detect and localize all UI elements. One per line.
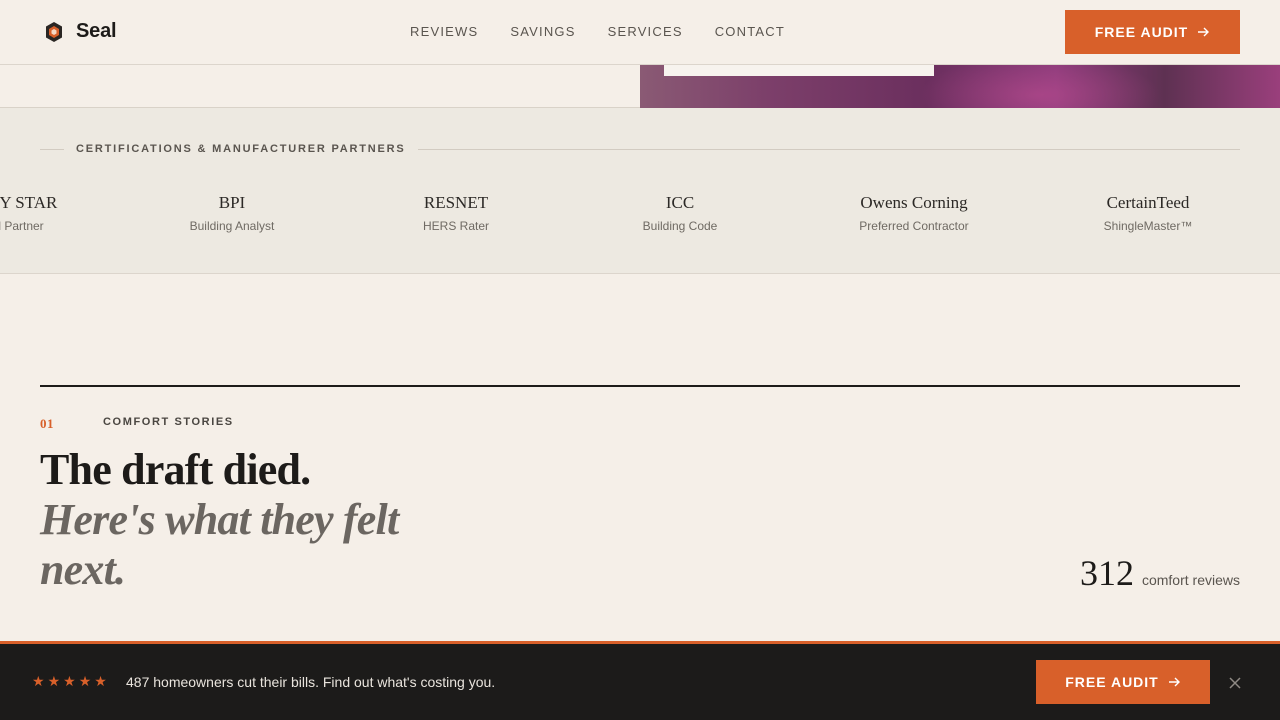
star-icon: ★ xyxy=(78,674,92,690)
free-audit-label: FREE AUDIT xyxy=(1094,24,1189,40)
headline-line-1: The draft died. xyxy=(40,445,311,494)
hero-card xyxy=(664,65,934,76)
bar-free-audit-label: FREE AUDIT xyxy=(1065,674,1159,690)
nav-savings[interactable]: SAVINGS xyxy=(510,24,575,39)
partner-owens-corning: Owens Corning Preferred Contractor xyxy=(819,193,1009,233)
free-audit-button[interactable]: FREE AUDIT xyxy=(1065,10,1240,54)
section-divider xyxy=(40,385,1240,387)
partner-name: ICC xyxy=(665,193,695,212)
bar-message: 487 homeowners cut their bills. Find out… xyxy=(126,674,496,690)
partner-energy-star: ENERGY STAR Certified Partner xyxy=(0,193,95,233)
partner-subtitle: Certified Partner xyxy=(0,219,44,233)
review-count: 312 comfort reviews xyxy=(1080,552,1240,594)
partners-heading: CERTIFICATIONS & MANUFACTURER PARTNERS xyxy=(40,143,1240,155)
sticky-cta-bar: ★ ★ ★ ★ ★ 487 homeowners cut their bills… xyxy=(0,641,1280,720)
partner-name: RESNET xyxy=(423,193,489,212)
close-bar-button[interactable] xyxy=(1226,674,1244,692)
site-header: Seal REVIEWS SAVINGS SERVICES CONTACT FR… xyxy=(0,0,1280,65)
star-icon: ★ xyxy=(94,674,107,690)
headline-line-2: Here's what they felt next. xyxy=(40,495,399,594)
partner-subtitle: HERS Rater xyxy=(422,219,490,233)
arrow-right-icon xyxy=(1168,677,1180,687)
partner-name: CertainTeed xyxy=(1106,193,1190,212)
partners-band: CERTIFICATIONS & MANUFACTURER PARTNERS E… xyxy=(0,108,1280,274)
nav-reviews[interactable]: REVIEWS xyxy=(410,24,478,39)
partner-subtitle: ShingleMaster™ xyxy=(1103,219,1193,233)
star-icon: ★ xyxy=(47,674,61,690)
section-headline: The draft died. Here's what they felt ne… xyxy=(40,445,460,595)
rating-stars: ★ ★ ★ ★ ★ xyxy=(32,675,107,689)
partner-subtitle: Building Analyst xyxy=(189,219,275,233)
logo-text: Seal xyxy=(76,20,117,42)
review-count-number: 312 xyxy=(1079,553,1134,593)
partner-resnet: RESNET HERS Rater xyxy=(361,193,551,233)
section-label: COMFORT STORIES xyxy=(103,416,234,428)
bar-free-audit-button[interactable]: FREE AUDIT xyxy=(1036,660,1210,704)
partner-icc: ICC Building Code xyxy=(585,193,775,233)
arrow-right-icon xyxy=(1198,27,1210,37)
partner-subtitle: Building Code xyxy=(642,219,718,233)
partners-title: CERTIFICATIONS & MANUFACTURER PARTNERS xyxy=(76,143,406,155)
partner-subtitle: Preferred Contractor xyxy=(859,219,969,233)
divider xyxy=(40,148,64,150)
main-nav: REVIEWS SAVINGS SERVICES CONTACT xyxy=(410,24,785,39)
star-icon: ★ xyxy=(32,674,45,690)
nav-services[interactable]: SERVICES xyxy=(608,24,683,39)
divider xyxy=(417,148,1240,150)
partner-bpi: BPI Building Analyst xyxy=(137,193,327,233)
partner-certainteed: CertainTeed ShingleMaster™ xyxy=(1053,193,1243,233)
hexagon-shield-icon xyxy=(46,21,62,42)
star-icon: ★ xyxy=(63,674,76,690)
nav-contact[interactable]: CONTACT xyxy=(715,24,785,39)
partner-name: BPI xyxy=(218,193,246,212)
partner-name: Owens Corning xyxy=(860,193,968,212)
partner-name: ENERGY STAR xyxy=(0,193,58,212)
logo[interactable]: Seal xyxy=(44,20,117,43)
review-count-label: comfort reviews xyxy=(1141,572,1240,588)
hero-section xyxy=(0,65,1280,108)
section-number: 01 xyxy=(40,416,54,431)
close-icon xyxy=(1229,677,1241,689)
